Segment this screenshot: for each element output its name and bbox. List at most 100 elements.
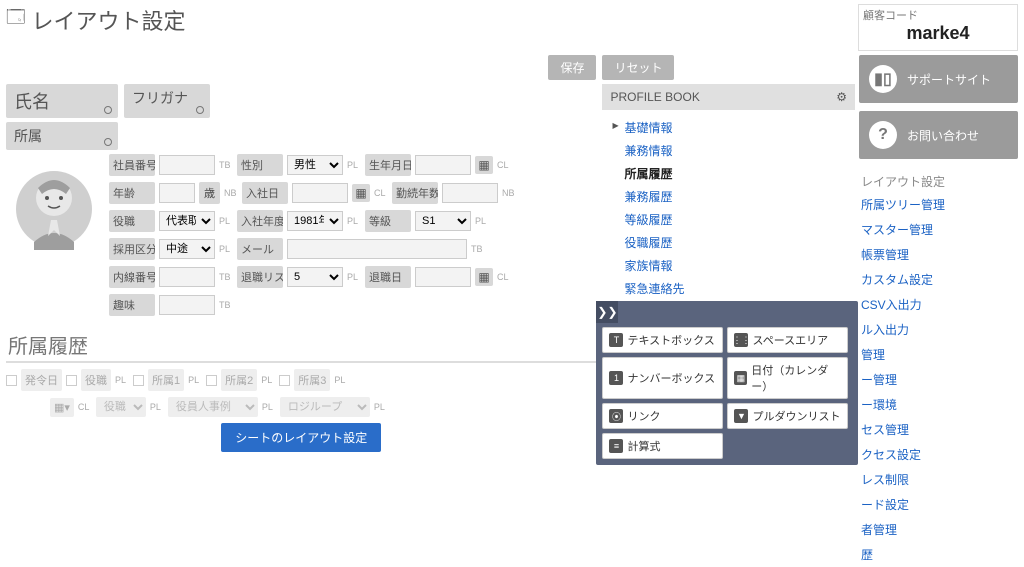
layout-icon: 🗔 xyxy=(6,5,26,35)
select-resignrisk[interactable]: 5 xyxy=(287,267,343,287)
right-nav-item[interactable]: ー管理 xyxy=(859,367,1018,392)
lbl-ext: 内線番号 xyxy=(109,266,155,288)
profile-book-item[interactable]: 緊急連絡先 xyxy=(624,277,854,300)
lbl-grade: 等級 xyxy=(365,210,411,232)
select-grade[interactable]: S1 xyxy=(415,211,471,231)
toolbox-item[interactable]: ▦日付（カレンダー） xyxy=(727,357,848,399)
customer-code-value: marke4 xyxy=(863,23,1013,44)
component-toolbox[interactable]: ❯❯ Tテキストボックス⋮⋮スペースエリア1ナンバーボックス▦日付（カレンダー）… xyxy=(596,301,858,465)
lbl-mail: メール xyxy=(237,238,283,260)
lbl-hobby: 趣味 xyxy=(109,294,155,316)
right-nav-item[interactable]: ー環境 xyxy=(859,392,1018,417)
input-ext[interactable] xyxy=(159,267,215,287)
lbl-joinedyear: 入社年度 xyxy=(237,210,283,232)
right-nav-item[interactable]: 管理 xyxy=(859,342,1018,367)
calendar-icon[interactable]: ▦ xyxy=(475,268,493,286)
profile-book-item[interactable]: 役職履歴 xyxy=(624,231,854,254)
lbl-resignrisk: 退職リスク xyxy=(237,266,283,288)
profile-book-header: PROFILE BOOK ⚙ xyxy=(602,84,854,110)
input-empno[interactable] xyxy=(159,155,215,175)
sel-rtgroup[interactable]: ロジループ xyxy=(280,397,370,417)
toolbox-item[interactable]: ⋮⋮スペースエリア xyxy=(727,327,848,353)
lbl-tenure: 勤続年数 xyxy=(392,182,438,204)
right-nav-section: レイアウト設定 xyxy=(859,167,1018,192)
input-hobby[interactable] xyxy=(159,295,215,315)
tool-icon: ≡ xyxy=(609,439,623,453)
tool-icon: ⦿ xyxy=(609,409,623,423)
tool-icon: ▼ xyxy=(734,409,748,423)
toolbox-item[interactable]: ≡計算式 xyxy=(602,433,723,459)
calendar-icon[interactable]: ▦ xyxy=(475,156,493,174)
save-button[interactable]: 保存 xyxy=(548,55,596,80)
lbl-age: 年齢 xyxy=(109,182,155,204)
right-nav-item[interactable]: ード設定 xyxy=(859,492,1018,517)
toolbox-item[interactable]: ▼プルダウンリスト xyxy=(727,403,848,429)
profile-book-item[interactable]: 家族情報 xyxy=(624,254,854,277)
input-joined[interactable] xyxy=(292,183,348,203)
input-dob[interactable] xyxy=(415,155,471,175)
profile-book-item[interactable]: 所属履歴 xyxy=(624,162,854,185)
right-nav-item[interactable]: クセス設定 xyxy=(859,442,1018,467)
sheet-area: 発令日 役職PL 所属1PL 所属2PL 所属3PL ▦▾CL 役職PL 役員人… xyxy=(6,363,596,460)
profile-book-item[interactable]: 兼務情報 xyxy=(624,139,854,162)
checkbox[interactable] xyxy=(6,375,17,386)
right-nav-item[interactable]: セス管理 xyxy=(859,417,1018,442)
select-title[interactable]: 代表取締役 xyxy=(159,211,215,231)
reset-button[interactable]: リセット xyxy=(602,55,674,80)
right-nav-item[interactable]: 者管理 xyxy=(859,517,1018,542)
sheet-layout-button[interactable]: シートのレイアウト設定 xyxy=(221,423,381,452)
tile-contact[interactable]: ? お問い合わせ xyxy=(859,111,1018,159)
toolbox-handle-icon[interactable]: ❯❯ xyxy=(596,301,618,323)
toolbox-item[interactable]: Tテキストボックス xyxy=(602,327,723,353)
avatar xyxy=(6,154,101,264)
select-hiring[interactable]: 中途 xyxy=(159,239,215,259)
input-age[interactable] xyxy=(159,183,195,203)
right-nav-item[interactable]: CSV入出力 xyxy=(859,292,1018,317)
right-nav-item[interactable]: 帳票管理 xyxy=(859,242,1018,267)
right-nav-item[interactable]: マスター管理 xyxy=(859,217,1018,242)
sel-assignee[interactable]: 役員人事例 xyxy=(168,397,258,417)
lbl-resigndate: 退職日 xyxy=(365,266,411,288)
gear-icon[interactable]: ⚙ xyxy=(836,90,847,104)
checkbox[interactable] xyxy=(66,375,77,386)
page-title: 🗔 レイアウト設定 xyxy=(6,4,858,36)
calendar-icon[interactable]: ▦▾ xyxy=(50,398,74,417)
profile-book-item[interactable]: 基礎情報 xyxy=(624,116,854,139)
field-kana[interactable]: フリガナ xyxy=(124,84,210,118)
field-dept[interactable]: 所属 xyxy=(6,122,118,150)
input-mail[interactable] xyxy=(287,239,467,259)
page-title-text: レイアウト設定 xyxy=(32,4,186,36)
lbl-joined: 入社日 xyxy=(242,182,288,204)
profile-book-item[interactable]: 兼務履歴 xyxy=(624,185,854,208)
lbl-empno: 社員番号 xyxy=(109,154,155,176)
field-name[interactable]: 氏名 xyxy=(6,84,118,118)
lbl-dob: 生年月日 xyxy=(365,154,411,176)
select-sex[interactable]: 男性 xyxy=(287,155,343,175)
toolbox-item[interactable]: 1ナンバーボックス xyxy=(602,357,723,399)
right-nav-item[interactable]: 歴 xyxy=(859,542,1018,567)
toolbox-item[interactable]: ⦿リンク xyxy=(602,403,723,429)
tool-icon: ▦ xyxy=(734,371,747,385)
book-icon: ▮▯ xyxy=(869,65,897,93)
tile-support-site[interactable]: ▮▯ サポートサイト xyxy=(859,55,1018,103)
customer-code-box: 顧客コード marke4 xyxy=(858,4,1018,51)
select-joinedyear[interactable]: 1981年度 xyxy=(287,211,343,231)
lbl-hiring: 採用区分 xyxy=(109,238,155,260)
tool-icon: T xyxy=(609,333,623,347)
right-nav-item[interactable]: レス制限 xyxy=(859,467,1018,492)
calendar-icon[interactable]: ▦ xyxy=(352,184,370,202)
input-resigndate[interactable] xyxy=(415,267,471,287)
tool-icon: 1 xyxy=(609,371,623,385)
tool-icon: ⋮⋮ xyxy=(734,333,748,347)
profile-book-item[interactable]: 等級履歴 xyxy=(624,208,854,231)
lbl-title: 役職 xyxy=(109,210,155,232)
checkbox[interactable] xyxy=(133,375,144,386)
checkbox[interactable] xyxy=(206,375,217,386)
right-nav-item[interactable]: 所属ツリー管理 xyxy=(859,192,1018,217)
section-title: 所属履歴 xyxy=(6,326,596,363)
sel-title[interactable]: 役職 xyxy=(96,397,146,417)
right-nav-item[interactable]: ル入出力 xyxy=(859,317,1018,342)
checkbox[interactable] xyxy=(279,375,290,386)
input-tenure[interactable] xyxy=(442,183,498,203)
right-nav-item[interactable]: カスタム設定 xyxy=(859,267,1018,292)
